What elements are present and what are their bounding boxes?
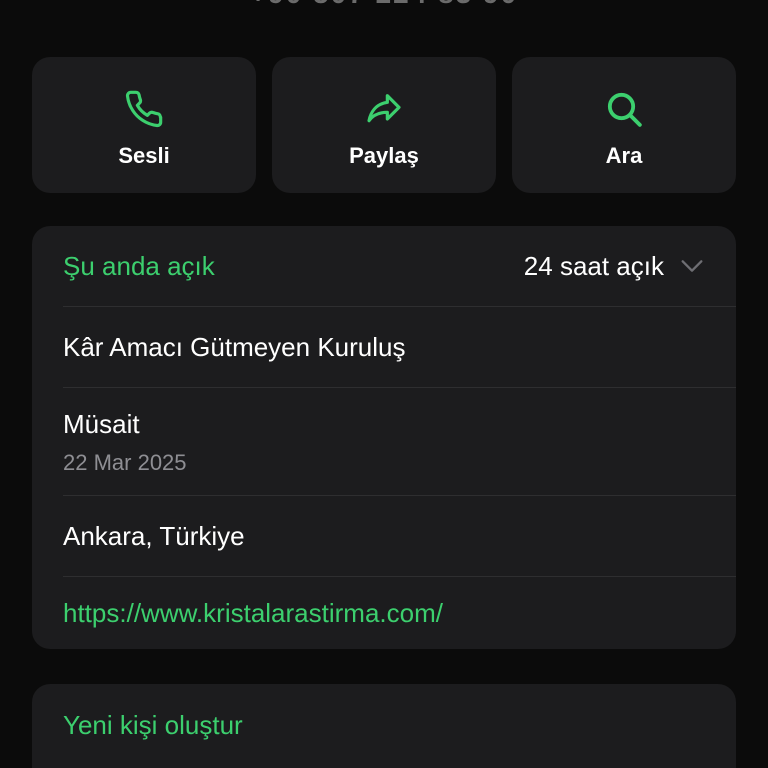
website-row: https://www.kristalarastirma.com/ <box>32 577 736 649</box>
search-icon <box>604 89 644 129</box>
create-contact-card: Yeni kişi oluştur <box>32 684 736 768</box>
hours-summary: 24 saat açık <box>524 251 706 282</box>
share-label: Paylaş <box>349 143 419 168</box>
share-arrow-icon <box>364 89 404 129</box>
business-info-card: Şu anda açık 24 saat açık Kâr Amacı Gütm… <box>32 226 736 649</box>
hours-value: 24 saat açık <box>523 250 664 281</box>
search-button[interactable]: Ara <box>512 57 736 193</box>
open-status: Şu anda açık <box>63 250 215 281</box>
voice-call-label: Sesli <box>118 143 170 168</box>
business-category: Kâr Amacı Gütmeyen Kuruluş <box>63 331 406 362</box>
search-label: Ara <box>605 143 643 168</box>
phone-number: +90 507 224 83 90 <box>0 0 768 10</box>
availability-row: Müsait 22 Mar 2025 <box>32 388 736 495</box>
chevron-down-icon <box>678 252 706 280</box>
availability-date: 22 Mar 2025 <box>63 450 187 475</box>
voice-call-button[interactable]: Sesli <box>32 57 256 193</box>
website-link[interactable]: https://www.kristalarastirma.com/ <box>63 598 443 629</box>
hours-row[interactable]: Şu anda açık 24 saat açık <box>32 226 736 306</box>
action-buttons: Sesli Paylaş Ara <box>32 57 736 193</box>
location-row[interactable]: Ankara, Türkiye <box>32 496 736 576</box>
location-text: Ankara, Türkiye <box>63 520 245 551</box>
business-contact-page: +90 507 224 83 90 Sesli Paylaş <box>0 0 768 768</box>
share-button[interactable]: Paylaş <box>272 57 496 193</box>
create-new-contact-button[interactable]: Yeni kişi oluştur <box>63 710 243 740</box>
availability-label: Müsait <box>63 409 140 439</box>
phone-icon <box>124 89 164 129</box>
category-row: Kâr Amacı Gütmeyen Kuruluş <box>32 307 736 387</box>
